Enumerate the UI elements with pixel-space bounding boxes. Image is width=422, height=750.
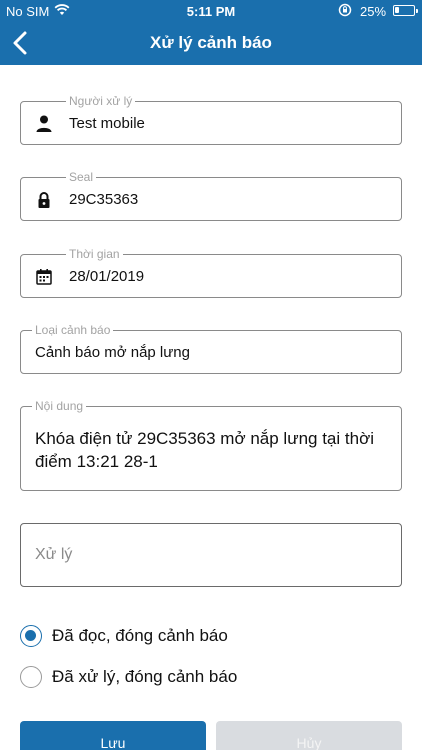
status-time: 5:11 PM: [186, 4, 236, 19]
save-button[interactable]: Lưu: [20, 721, 206, 750]
alert-type-field[interactable]: Loại cảnh báo Cảnh báo mở nắp lưng: [20, 323, 402, 374]
handler-field-label: Người xử lý: [66, 94, 136, 108]
status-bar: No SIM 5:11 PM 25%: [0, 0, 422, 22]
time-field[interactable]: Thời gian 28/01/2019: [20, 247, 402, 298]
time-value: 28/01/2019: [69, 268, 145, 285]
alert-type-value: Cảnh báo mở nắp lưng: [35, 344, 190, 361]
app-header: No SIM 5:11 PM 25% Xử lý cảnh báo: [0, 0, 422, 65]
lock-icon: [38, 192, 50, 208]
process-placeholder: Xử lý: [35, 546, 73, 563]
time-field-label: Thời gian: [66, 247, 123, 261]
option-read-close-label: Đã đọc, đóng cảnh báo: [52, 626, 228, 645]
radio-read-close[interactable]: [20, 625, 42, 647]
radio-processed-close[interactable]: [20, 666, 42, 688]
page-title: Xử lý cảnh báo: [150, 33, 272, 52]
handler-field[interactable]: Người xử lý Test mobile: [20, 94, 402, 145]
option-read-close[interactable]: Đã đọc, đóng cảnh báo: [20, 623, 280, 649]
battery-level: [395, 7, 399, 13]
content-field[interactable]: Nội dung Khóa điện tử 29C35363 mở nắp lư…: [20, 399, 402, 491]
battery-percent: 25%: [360, 4, 387, 19]
seal-field[interactable]: Seal 29C35363: [20, 170, 402, 221]
battery-icon: [393, 5, 418, 16]
cancel-button[interactable]: Hủy: [216, 721, 402, 750]
rotation-lock-icon: [338, 3, 352, 17]
option-processed-close-label: Đã xử lý, đóng cảnh báo: [52, 667, 238, 686]
handler-value: Test mobile: [69, 115, 145, 132]
seal-field-label: Seal: [66, 170, 97, 184]
content-field-label: Nội dung: [32, 399, 87, 413]
option-processed-close[interactable]: Đã xử lý, đóng cảnh báo: [20, 664, 280, 690]
seal-value: 29C35363: [69, 191, 139, 208]
calendar-icon: [36, 269, 52, 285]
process-input[interactable]: Xử lý: [20, 523, 402, 587]
alert-type-field-label: Loại cảnh báo: [32, 323, 114, 337]
content-value: Khóa điện tử 29C35363 mở nắp lưng tại th…: [35, 429, 374, 471]
person-icon: [36, 115, 52, 132]
